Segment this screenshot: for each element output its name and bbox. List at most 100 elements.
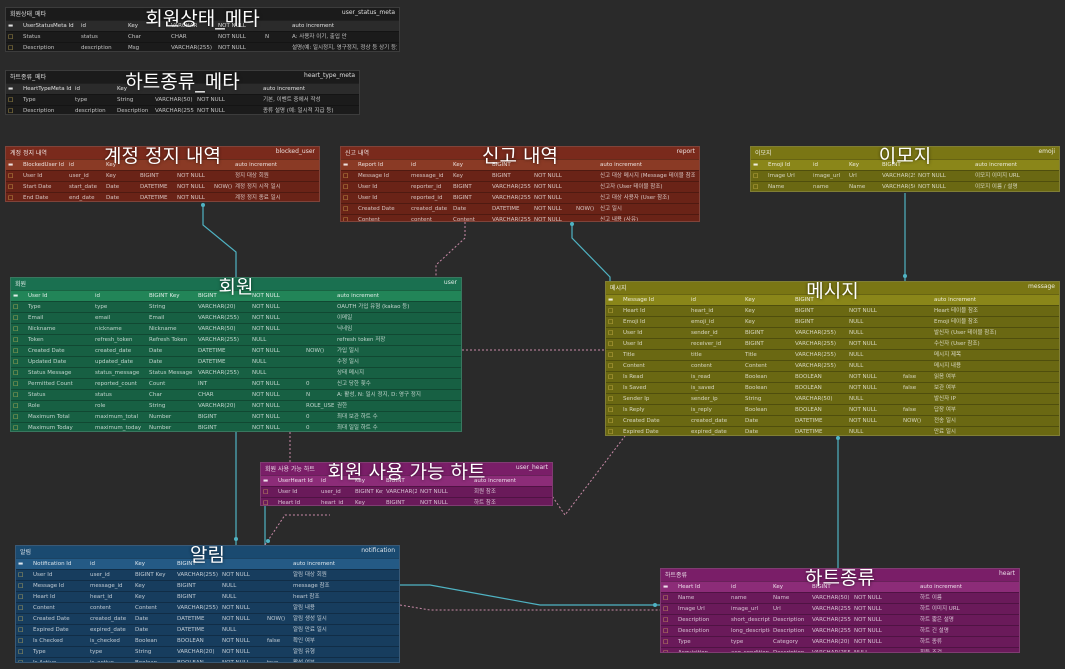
primary-key-icon: ▬ — [343, 162, 349, 168]
entity-row[interactable]: □ Heart Id heart_id Key BIGINT NULL heart 참조 — [16, 591, 399, 602]
entity-row[interactable]: □ Is Active is_active Boolean BOOLEAN NOT NUL… — [16, 657, 399, 662]
entity-row-primary-key[interactable]: ▬ User Id id BIGINT Key BIGINT NOT NULL auto i… — [11, 290, 461, 301]
entity-emoji[interactable]: 이모지 emoji ▬ Emoji Id id Key BIGINT auto incre… — [750, 146, 1060, 192]
cell-physical-field: long_description — [731, 628, 770, 634]
cell-nullability: NOT NULL — [420, 489, 448, 495]
cell-default — [303, 368, 334, 378]
entity-row[interactable]: □ Status status Char CHAR NOT NULL N A: 활성, N: … — [11, 389, 461, 400]
entity-row[interactable]: □ Nickname nickname Nickname VARCHAR(50) NOT … — [11, 323, 461, 334]
entity-report[interactable]: 신고 내역 report ▬ Report Id id Key BIGINT auto i… — [340, 146, 700, 222]
cell-logical-field: Token — [28, 337, 44, 343]
cell-nullability: NULL — [222, 594, 237, 600]
cell-nullability: NOT NULL — [222, 605, 250, 611]
entity-row[interactable]: □Descriptionshort_descriptionDescription… — [661, 614, 1019, 625]
cell-data-type: VARCHAR(255) — [882, 173, 915, 179]
cell-data-type: BIGINT — [795, 319, 814, 325]
entity-row[interactable]: □ Maximum Total maximum_total Number BIGINT N… — [11, 411, 461, 422]
entity-row[interactable]: □ User Id reported_id BIGINT VARCHAR(255) NOT… — [341, 192, 699, 203]
entity-row[interactable]: □ Acquisition acq_condition Description VARC… — [661, 647, 1019, 653]
entity-notification[interactable]: 알림 notification ▬ Notification Id id Key BIG… — [15, 545, 400, 663]
entity-row-primary-key[interactable]: ▬ Notification Id id Key BIGINT auto incremen… — [16, 558, 399, 569]
entity-row[interactable]: □ Created Date created_date Date DATETIME NOT… — [606, 415, 1059, 426]
cell-default — [211, 160, 232, 170]
entity-row[interactable]: □ Start Date start_date Date DATETIME NOT NUL… — [6, 181, 319, 192]
entity-row[interactable]: □ End Date end_date Date DATETIME NOT NULL 계정 … — [6, 192, 319, 201]
cell-domain: BIGINT Key — [135, 572, 166, 578]
entity-row[interactable]: □ Message Id message_id Key BIGINT NOT NULL 신고… — [341, 170, 699, 181]
entity-row[interactable]: □ Heart Id heart_id Key BIGINT NOT NULL 하트 참조 — [261, 497, 552, 505]
cell-logical-field: Status — [28, 392, 46, 398]
entity-row[interactable]: □ Expired Date expired_date Date DATETIME NUL… — [606, 426, 1059, 435]
entity-row[interactable]: □ Image Url image_url Url VARCHAR(255)NOT NU… — [751, 170, 1059, 181]
entity-row[interactable]: □ Type type String VARCHAR(20) NOT NULL OAUTH … — [11, 301, 461, 312]
entity-row-primary-key[interactable]: ▬ UserHeart Id id Key BIGINT auto increment — [261, 475, 552, 486]
entity-row[interactable]: □ Heart Id heart_id Key BIGINT NOT NULL Heart … — [606, 305, 1059, 316]
entity-blocked-user[interactable]: 계정 정지 내역 blocked_user ▬ BlockedUser Id id K… — [5, 146, 320, 202]
cell-default: false — [267, 638, 281, 644]
entity-row[interactable]: □ Permitted Count reported_count Count INT NO… — [11, 378, 461, 389]
cell-default — [573, 193, 597, 203]
entity-logical-name: 하트종류 — [665, 572, 688, 579]
entity-row[interactable]: □User Iduser_idBIGINT KeyVARCHAR(255)NOT… — [261, 486, 552, 497]
cell-nullability: NOT NULL — [534, 195, 562, 201]
entity-row[interactable]: □ Token refresh_token Refresh Token VARCHAR(… — [11, 334, 461, 345]
entity-row-primary-key[interactable]: ▬ Emoji Id id Key BIGINT auto increment — [751, 159, 1059, 170]
cell-physical-field: id — [731, 584, 737, 590]
entity-user-heart[interactable]: 회원 사용 가능 하트 user_heart ▬ UserHeart Id id Ke… — [260, 462, 553, 506]
cell-domain: Char — [128, 34, 141, 40]
entity-row[interactable]: □ Is Read is_read Boolean BOOLEAN NOT NULL fal… — [606, 371, 1059, 382]
entity-row[interactable]: □ Content content Content VARCHAR(255) NULL 메시… — [606, 360, 1059, 371]
entity-row[interactable]: □ Is Reply is_reply Boolean BOOLEAN NOT NULL f… — [606, 404, 1059, 415]
entity-row[interactable]: □ Type type Category VARCHAR(20) NOT NULL 하트 종… — [661, 636, 1019, 647]
entity-row[interactable]: □ Updated Date updated_date Date DATETIME NUL… — [11, 356, 461, 367]
erd-canvas[interactable]: 회원상태_메타 user_status_meta ▬ UserStatusMeta… — [0, 0, 1065, 669]
entity-row[interactable]: □ Image Url image_url Url VARCHAR(255)NOT NU… — [661, 603, 1019, 614]
entity-row[interactable]: □ Status status Char CHAR NOT NULL N A: 사용자 이기,… — [6, 31, 399, 42]
entity-row[interactable]: □ Sender Ip sender_ip String VARCHAR(50) NULL… — [606, 393, 1059, 404]
entity-row[interactable]: □ User Id sender_id BIGINT VARCHAR(255) NULL 발… — [606, 327, 1059, 338]
entity-logical-name: 회원 — [15, 281, 27, 288]
entity-row[interactable]: □ Is Saved is_saved Boolean BOOLEAN NOT NULL f… — [606, 382, 1059, 393]
entity-row[interactable]: □ Role role String VARCHAR(20) NOT NULL ROLE_U… — [11, 400, 461, 411]
entity-row-primary-key[interactable]: ▬ UserStatusMeta Id id Key VARCHAR NOT NULL au… — [6, 20, 399, 31]
cell-default — [264, 603, 290, 613]
entity-row[interactable]: □ Maximum Today maximum_today Number BIGINT N… — [11, 422, 461, 431]
entity-row[interactable]: □ User Id reporter_id BIGINT VARCHAR(255) NOT… — [341, 181, 699, 192]
entity-row-primary-key[interactable]: ▬ HeartTypeMeta Id id Key auto increment — [6, 83, 359, 94]
entity-row[interactable]: □ Description description Msg VARCHAR(255) NO… — [6, 42, 399, 51]
entity-row[interactable]: □ Name name Name VARCHAR(50) NOT NULL 하트 이름 — [661, 592, 1019, 603]
entity-row[interactable]: □ Content content Content VARCHAR(255) NOT NU… — [341, 214, 699, 221]
entity-row[interactable]: □ User Id receiver_id BIGINT VARCHAR(255) NOT… — [606, 338, 1059, 349]
entity-row[interactable]: □ Is Checked is_checked Boolean BOOLEAN NOT N… — [16, 635, 399, 646]
entity-row[interactable]: □ Emoji Id emoji_id Key BIGINT NULL Emoji 테이블 … — [606, 316, 1059, 327]
cell-domain: Date — [745, 418, 759, 424]
field-icon: □ — [18, 627, 24, 633]
entity-row[interactable]: □ Name name Name VARCHAR(50)NOT NULL 이모지 이름 /… — [751, 181, 1059, 191]
entity-heart[interactable]: 하트종류 heart ▬ Heart Id id Key BIGINT auto incr… — [660, 568, 1020, 653]
entity-row[interactable]: □ Created Date created_date Date DATETIME NOT… — [11, 345, 461, 356]
cell-nullability: NULL — [854, 650, 869, 653]
entity-row[interactable]: □ Content content Content VARCHAR(255) NOT NU… — [16, 602, 399, 613]
entity-row[interactable]: □ Type type String VARCHAR(50) NOT NULL 기본, 이벤… — [6, 94, 359, 105]
entity-user-status-meta[interactable]: 회원상태_메타 user_status_meta ▬ UserStatusMeta… — [5, 7, 400, 52]
entity-user[interactable]: 회원 user ▬ User Id id BIGINT Key BIGINT NOT NU… — [10, 277, 462, 432]
entity-row[interactable]: □ Message Id message_id Key BIGINT NULL messag… — [16, 580, 399, 591]
entity-row[interactable]: □ Status Message status_message Status Mess… — [11, 367, 461, 378]
entity-row[interactable]: □ Created Date created_date Date DATETIME NOT… — [341, 203, 699, 214]
entity-row[interactable]: □Descriptionlong_descriptionDescriptionV… — [661, 625, 1019, 636]
entity-row[interactable]: □ Expired Date expired_date Date DATETIME NUL… — [16, 624, 399, 635]
entity-row[interactable]: □ Email email Email VARCHAR(255) NOT NULL 이메일 — [11, 312, 461, 323]
entity-message[interactable]: 메시지 message ▬ Message Id id Key BIGINT auto i… — [605, 281, 1060, 436]
entity-row[interactable]: □ Created Date created_date Date DATETIME NOT… — [16, 613, 399, 624]
entity-row-primary-key[interactable]: ▬ Report Id id Key BIGINT auto increment — [341, 159, 699, 170]
entity-row-primary-key[interactable]: ▬ Heart Id id Key BIGINT auto increment — [661, 581, 1019, 592]
entity-heart-type-meta[interactable]: 하트종류_메타 heart_type_meta ▬ HeartTypeMeta I… — [5, 70, 360, 115]
entity-row[interactable]: □ Type type String VARCHAR(20) NOT NULL 알림 유형 — [16, 646, 399, 657]
entity-row[interactable]: □ User Id user_id Key BIGINT NOT NULL 정지 대상 회원 — [6, 170, 319, 181]
entity-row-primary-key[interactable]: ▬ Message Id id Key BIGINT auto increment — [606, 294, 1059, 305]
entity-row[interactable]: □ Title title Title VARCHAR(255) NULL 메시지 제목 — [606, 349, 1059, 360]
entity-row-primary-key[interactable]: ▬ BlockedUser Id id Key auto increment — [6, 159, 319, 170]
entity-row[interactable]: □ Description description Description VARCHA… — [6, 105, 359, 114]
cell-logical-field: Sender Ip — [623, 396, 650, 402]
entity-row[interactable]: □User Iduser_idBIGINT KeyVARCHAR(255)NOT… — [16, 569, 399, 580]
